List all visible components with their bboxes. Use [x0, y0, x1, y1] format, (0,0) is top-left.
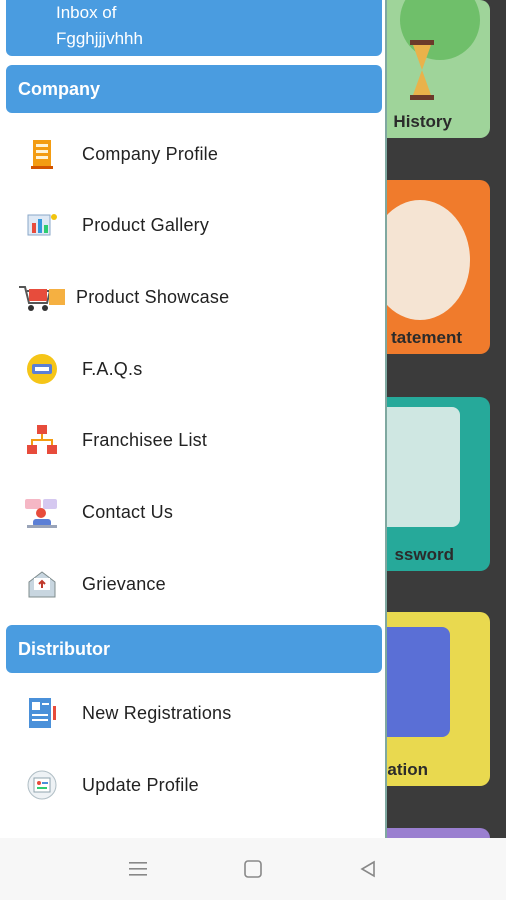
section-header-company: Company	[6, 65, 382, 113]
menu-item-faqs[interactable]: F.A.Q.s	[6, 336, 382, 402]
contact-icon	[20, 490, 64, 534]
inbox-username: Fgghjjjvhhh	[56, 29, 143, 48]
home-square-icon[interactable]	[233, 849, 273, 889]
menu-item-label: F.A.Q.s	[82, 358, 143, 379]
menu-item-label: Product Gallery	[82, 214, 210, 235]
registration-form-icon	[20, 691, 64, 735]
mail-upload-icon	[20, 562, 64, 606]
menu-item-label: Franchisee List	[82, 429, 208, 450]
gallery-icon	[20, 203, 64, 247]
inbox-banner[interactable]: Inbox of Fgghjjjvhhh	[6, 0, 382, 56]
menu-icon[interactable]	[118, 849, 158, 889]
profile-card-icon	[20, 763, 64, 807]
menu-item-new-registrations[interactable]: New Registrations	[6, 680, 382, 746]
menu-item-label: Contact Us	[82, 501, 174, 522]
building-icon	[20, 132, 64, 176]
menu-item-label: Company Profile	[82, 143, 219, 164]
menu-item-product-showcase[interactable]: Product Showcase	[6, 264, 382, 330]
menu-item-grievance[interactable]: Grievance	[6, 551, 382, 617]
back-triangle-icon[interactable]	[348, 849, 388, 889]
menu-item-label: Grievance	[82, 573, 166, 594]
navigation-drawer: Inbox of Fgghjjjvhhh Company Company Pro…	[0, 0, 387, 838]
inbox-title: Inbox of	[56, 3, 117, 22]
network-icon	[20, 418, 64, 462]
system-navigation-bar	[0, 838, 506, 900]
menu-item-product-gallery[interactable]: Product Gallery	[6, 192, 382, 258]
section-header-distributor: Distributor	[6, 625, 382, 673]
menu-item-label: New Registrations	[82, 702, 232, 723]
hourglass-icon	[408, 40, 436, 100]
menu-item-franchisee-list[interactable]: Franchisee List	[6, 407, 382, 473]
menu-item-label: Update Profile	[82, 774, 199, 795]
menu-item-contact-us[interactable]: Contact Us	[6, 479, 382, 545]
faq-icon	[20, 347, 64, 391]
shopping-cart-icon	[14, 275, 70, 319]
menu-item-company-profile[interactable]: Company Profile	[6, 121, 382, 187]
menu-item-update-profile[interactable]: Update Profile	[6, 752, 382, 818]
menu-item-label: Product Showcase	[76, 286, 230, 307]
